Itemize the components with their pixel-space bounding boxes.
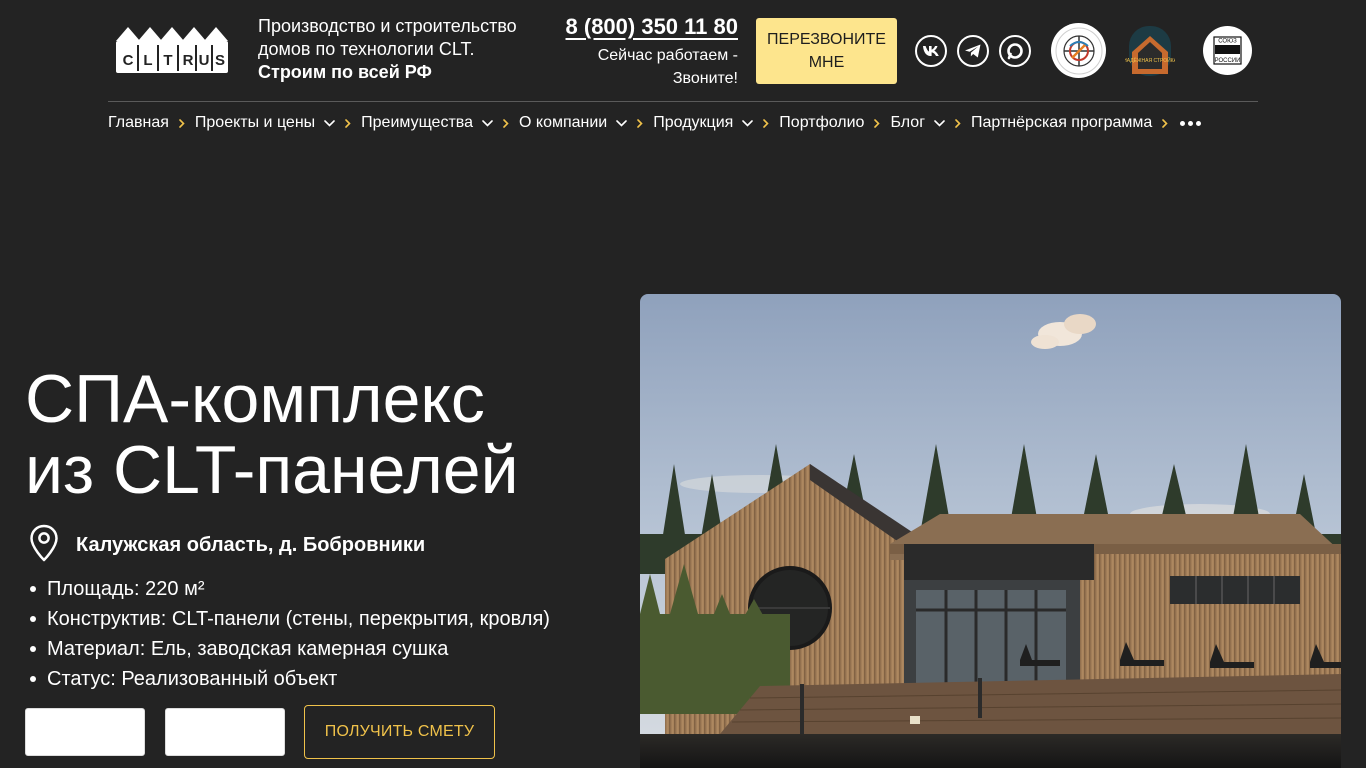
hero-title: СПА-комплекс из CLT-панелей	[25, 364, 625, 506]
tagline-strong: Строим по всей РФ	[258, 62, 432, 82]
chevron-down-icon[interactable]	[482, 119, 493, 127]
map-pin-icon	[29, 524, 59, 567]
cltrus-logo[interactable]: C L T R U S	[114, 25, 230, 75]
association-emblem-badge[interactable]	[1051, 23, 1106, 78]
svg-text:L: L	[143, 52, 152, 69]
hero-title-line-2: из CLT-панелей	[25, 432, 519, 508]
nav-item-label: Блог	[890, 114, 926, 131]
nav-item-label: Портфолио	[779, 114, 865, 131]
chevron-right-icon	[1162, 118, 1168, 128]
nav-item[interactable]: Блог	[890, 114, 945, 132]
nav-item-label: Преимущества	[361, 114, 473, 131]
max-messenger-icon[interactable]	[999, 35, 1031, 67]
work-status-line-2: Звоните!	[672, 70, 738, 87]
work-status: Сейчас работаем - Звоните!	[552, 44, 738, 90]
work-status-line-1: Сейчас работаем -	[597, 47, 738, 64]
svg-text:U: U	[199, 52, 210, 69]
callback-line-2: МНЕ	[808, 54, 845, 71]
svg-text:C: C	[123, 52, 134, 69]
union-badge-bottom-text: РОССИИ	[1215, 58, 1241, 64]
chevron-right-icon	[345, 118, 351, 128]
nadezhnaya-stroyka-badge[interactable]: НАДЁЖНАЯ СТРОЙКА	[1125, 24, 1175, 78]
action-button-2[interactable]	[165, 708, 285, 756]
svg-text:T: T	[163, 52, 172, 69]
callback-button[interactable]: ПЕРЕЗВОНИТЕ МНЕ	[756, 18, 897, 84]
spec-material: Материал: Ель, заводская камерная сушка	[30, 634, 550, 664]
chevron-down-icon[interactable]	[934, 119, 945, 127]
phone-link[interactable]: 8 (800) 350 11 80	[552, 14, 738, 40]
nav-item-label: Продукция	[653, 114, 734, 131]
contact-block: 8 (800) 350 11 80 Сейчас работаем - Звон…	[552, 14, 738, 90]
nav-item-label: Главная	[108, 114, 169, 131]
company-tagline: Производство и строительство домов по те…	[258, 15, 548, 84]
spec-status: Статус: Реализованный объект	[30, 664, 550, 694]
project-location: Калужская область, д. Бобровники	[29, 524, 425, 567]
nav-item[interactable]: Партнёрская программа	[971, 114, 1152, 132]
chevron-down-icon[interactable]	[324, 119, 335, 127]
soyuz-arkhitektorov-rossii-badge[interactable]: СОЮЗ РОССИИ	[1203, 26, 1252, 75]
chevron-down-icon[interactable]	[742, 119, 754, 127]
union-badge-top-text: СОЮЗ	[1218, 39, 1237, 45]
vk-icon[interactable]	[915, 35, 947, 67]
nav-item-label: Проекты и цены	[194, 114, 316, 131]
hero-title-line-1: СПА-комплекс	[25, 361, 485, 437]
get-estimate-button[interactable]: ПОЛУЧИТЬ СМЕТУ	[304, 705, 495, 759]
chevron-right-icon	[955, 118, 961, 128]
nav-item-label: О компании	[519, 114, 608, 131]
spec-construction: Конструктив: CLT-панели (стены, перекрыт…	[30, 604, 550, 634]
spec-area: Площадь: 220 м²	[30, 574, 550, 604]
main-nav: Главная Проекты и цены Преимущества О компа…	[108, 112, 1202, 134]
nav-item[interactable]: Продукция	[653, 114, 754, 132]
header-divider	[108, 101, 1258, 102]
chevron-down-icon[interactable]	[616, 119, 628, 127]
more-dots-icon[interactable]	[1180, 120, 1202, 126]
chevron-right-icon	[637, 118, 643, 128]
chevron-right-icon	[503, 118, 509, 128]
nav-item[interactable]: Проекты и цены	[195, 114, 335, 132]
nav-item[interactable]: Главная	[108, 114, 169, 132]
chevron-right-icon	[763, 118, 769, 128]
svg-text:R: R	[183, 52, 194, 69]
action-button-1[interactable]	[25, 708, 145, 756]
telegram-icon[interactable]	[957, 35, 989, 67]
callback-line-1: ПЕРЕЗВОНИТЕ	[767, 31, 886, 48]
chevron-right-icon	[874, 118, 881, 128]
nav-item-label: Партнёрская программа	[971, 114, 1153, 131]
nadezhnaya-stroyka-text: НАДЁЖНАЯ СТРОЙКА	[1125, 56, 1175, 64]
svg-text:S: S	[215, 52, 225, 69]
nav-item[interactable]: О компании	[519, 114, 628, 132]
location-text: Калужская область, д. Бобровники	[76, 534, 426, 556]
chevron-right-icon	[179, 118, 185, 128]
project-specs: Площадь: 220 м² Конструктив: CLT-панели …	[30, 574, 550, 694]
nav-item[interactable]: Преимущества	[361, 114, 493, 132]
tagline-line-1: Производство и строительство	[258, 16, 517, 36]
project-photo	[640, 294, 1341, 768]
tagline-line-2: домов по технологии CLT.	[258, 39, 475, 59]
nav-item[interactable]: Портфолио	[779, 114, 864, 132]
